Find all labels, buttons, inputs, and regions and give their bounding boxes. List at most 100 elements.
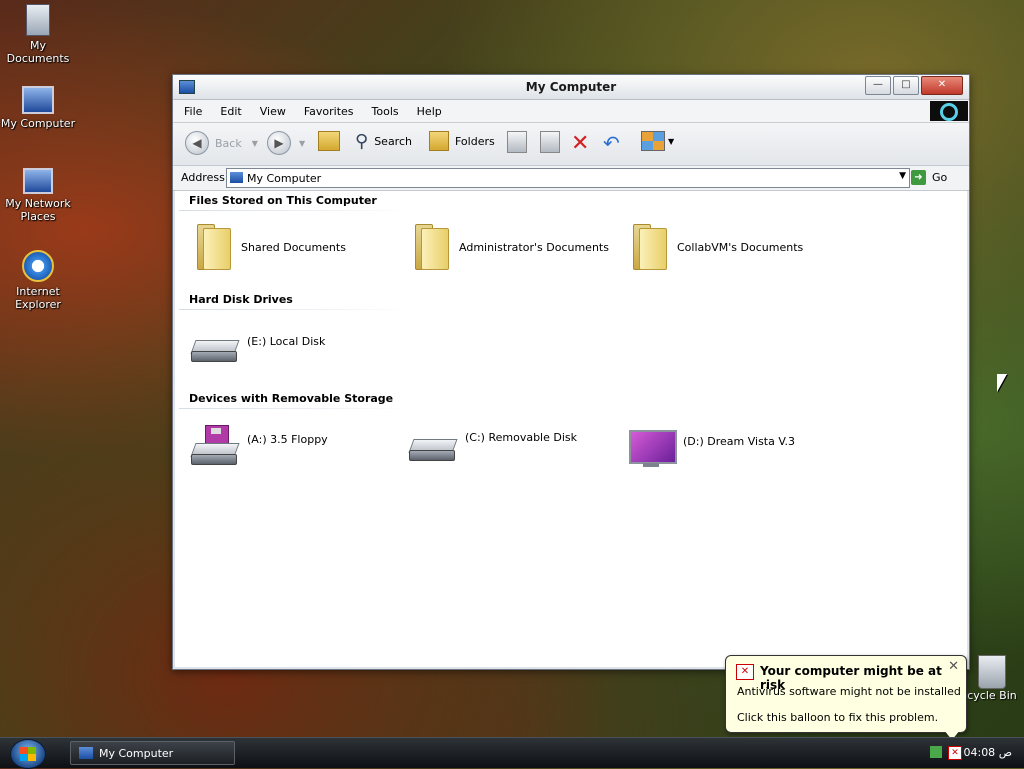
item-label: (A:) 3.5 Floppy	[247, 432, 328, 446]
menu-view[interactable]: View	[260, 105, 286, 118]
address-label: Address	[181, 171, 225, 184]
item-administrators-documents[interactable]: Administrator's Documents	[411, 224, 609, 270]
desktop-icon-my-documents[interactable]: My Documents	[0, 4, 76, 65]
section-divider	[179, 309, 414, 310]
back-button[interactable]: ◀ Back ▼	[185, 131, 258, 155]
move-to-icon	[507, 131, 527, 153]
item-label: Shared Documents	[241, 240, 346, 254]
menu-file[interactable]: File	[184, 105, 202, 118]
desktop-icon-label: My Network Places	[5, 197, 71, 223]
back-dropdown-icon[interactable]: ▼	[252, 139, 258, 148]
taskbar-button-label: My Computer	[99, 746, 174, 760]
my-computer-icon	[230, 172, 243, 183]
folder-icon	[411, 224, 451, 270]
folders-button[interactable]: Folders	[429, 131, 495, 151]
explorer-window: My Computer — □ ✕ File Edit View Favorit…	[172, 74, 970, 670]
item-shared-documents[interactable]: Shared Documents	[193, 224, 346, 270]
security-shield-icon: ✕	[736, 664, 754, 680]
network-icon[interactable]	[930, 746, 942, 758]
my-computer-icon	[22, 86, 54, 114]
security-alert-balloon[interactable]: ✕ Your computer might be at risk ✕ Antiv…	[725, 655, 967, 740]
forward-arrow-icon: ▶	[267, 131, 291, 155]
menu-edit[interactable]: Edit	[220, 105, 241, 118]
item-label: Administrator's Documents	[459, 240, 609, 254]
copy-to-button[interactable]	[540, 131, 560, 153]
clock[interactable]: 04:08 ص	[963, 746, 1012, 759]
taskbar: My Computer ✕ 04:08 ص	[0, 737, 1024, 769]
menu-help[interactable]: Help	[417, 105, 442, 118]
address-value: My Computer	[247, 172, 322, 185]
search-icon: ⚲	[355, 131, 369, 152]
undo-icon: ↶	[603, 131, 620, 155]
copy-to-icon	[540, 131, 560, 153]
address-dropdown-icon[interactable]: ▼	[899, 171, 906, 181]
folder-icon	[193, 224, 233, 270]
start-button[interactable]	[10, 739, 46, 769]
my-computer-icon	[79, 747, 93, 759]
back-label: Back	[215, 136, 242, 150]
address-input[interactable]: My Computer ▼	[226, 168, 910, 188]
forward-button[interactable]: ▶ ▼	[267, 131, 305, 155]
back-arrow-icon: ◀	[185, 131, 209, 155]
go-button[interactable]: ➜ Go	[911, 168, 961, 186]
windows-logo-icon	[930, 101, 968, 121]
section-header-hard-disk-drives: Hard Disk Drives	[189, 293, 293, 306]
desktop-icon-label: My Computer	[0, 117, 76, 130]
undo-button[interactable]: ↶	[603, 131, 620, 155]
section-divider	[179, 408, 414, 409]
removable-disk-icon	[409, 433, 457, 461]
maximize-button[interactable]: □	[893, 76, 919, 95]
search-label: Search	[374, 135, 412, 148]
balloon-action-text: Click this balloon to fix this problem.	[737, 711, 939, 724]
title-bar[interactable]: My Computer — □ ✕	[173, 75, 969, 100]
internet-explorer-icon	[22, 250, 54, 282]
balloon-close-icon[interactable]: ✕	[948, 659, 959, 674]
minimize-button[interactable]: —	[865, 76, 891, 95]
toolbar: ◀ Back ▼ ▶ ▼ ⚲ Search Folders ✕ ↶ ▼	[173, 123, 969, 166]
up-folder-icon	[318, 131, 340, 151]
desktop-icon-internet-explorer[interactable]: Internet Explorer	[0, 250, 76, 311]
mouse-cursor-icon	[997, 374, 1007, 392]
folders-icon	[429, 131, 449, 151]
views-icon	[641, 131, 665, 151]
section-header-removable-storage: Devices with Removable Storage	[189, 392, 394, 405]
item-floppy-a[interactable]: (A:) 3.5 Floppy	[191, 425, 328, 465]
go-arrow-icon: ➜	[911, 169, 926, 185]
item-label: CollabVM's Documents	[677, 240, 804, 254]
menu-tools[interactable]: Tools	[372, 105, 399, 118]
balloon-message: Antivirus software might not be installe…	[737, 685, 961, 698]
views-button[interactable]: ▼	[641, 131, 674, 151]
item-label: (C:) Removable Disk	[465, 430, 578, 444]
menu-favorites[interactable]: Favorites	[304, 105, 354, 118]
desktop-icon-label: cycle Bin	[967, 689, 1017, 702]
desktop-icon-label: Internet Explorer	[15, 285, 61, 311]
up-folder-button[interactable]	[318, 131, 340, 151]
search-button[interactable]: ⚲ Search	[355, 131, 412, 152]
item-collabvms-documents[interactable]: CollabVM's Documents	[629, 224, 803, 270]
taskbar-button-my-computer[interactable]: My Computer	[70, 741, 235, 765]
cd-drive-icon	[629, 428, 677, 468]
item-removable-disk-c[interactable]: (C:) Removable Disk	[409, 430, 578, 461]
delete-button[interactable]: ✕	[571, 131, 589, 156]
delete-icon: ✕	[571, 131, 590, 156]
recycle-bin-icon	[978, 655, 1006, 689]
desktop-icon-my-network-places[interactable]: My Network Places	[0, 168, 76, 223]
close-button[interactable]: ✕	[921, 76, 963, 95]
my-documents-icon	[26, 4, 50, 36]
go-label: Go	[932, 170, 948, 184]
folder-icon	[629, 224, 669, 270]
system-tray: ✕ 04:08 ص	[924, 738, 1024, 768]
move-to-button[interactable]	[507, 131, 527, 153]
views-dropdown-icon: ▼	[668, 136, 675, 146]
item-label: (D:) Dream Vista V.3	[683, 434, 795, 448]
item-local-disk-e[interactable]: (E:) Local Disk	[191, 334, 325, 362]
item-dream-vista-d[interactable]: (D:) Dream Vista V.3	[629, 428, 795, 468]
forward-dropdown-icon[interactable]: ▼	[299, 139, 305, 148]
item-label: (E:) Local Disk	[247, 334, 326, 348]
content-pane: Files Stored on This Computer Shared Doc…	[175, 190, 967, 667]
desktop-icon-my-computer[interactable]: My Computer	[0, 86, 76, 130]
security-center-icon[interactable]: ✕	[948, 746, 962, 760]
hard-drive-icon	[191, 334, 239, 362]
desktop-icon-label: My Documents	[6, 39, 70, 65]
section-divider	[179, 210, 414, 211]
